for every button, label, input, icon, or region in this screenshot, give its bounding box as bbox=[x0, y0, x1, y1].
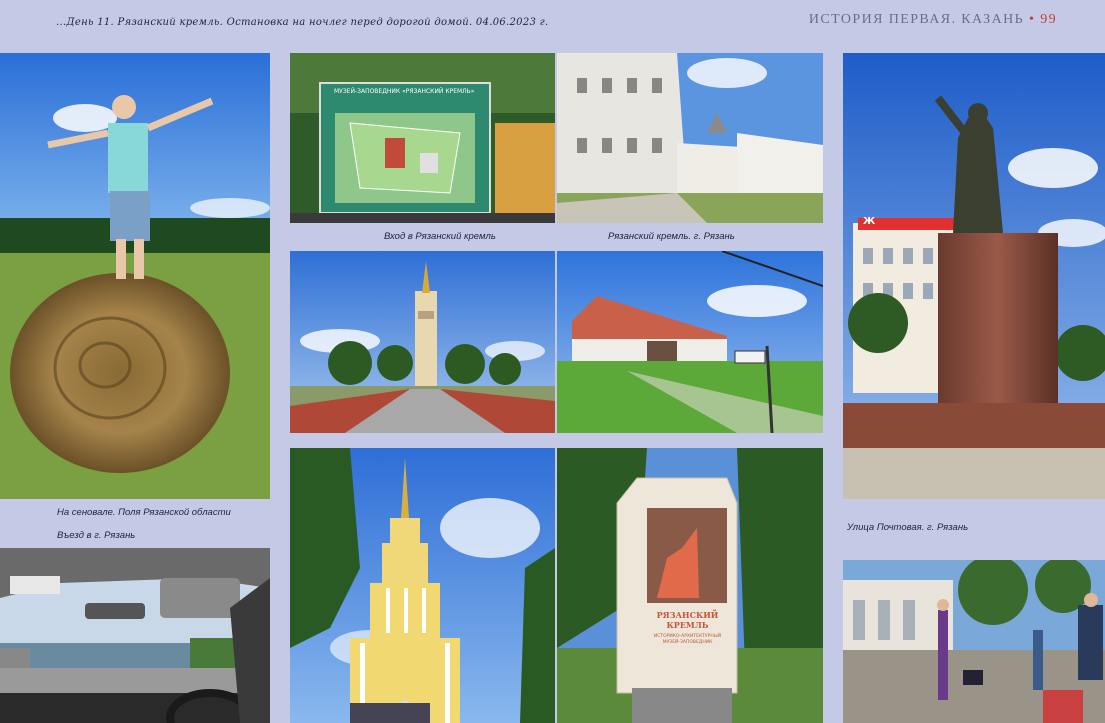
caption-entrance: Вход в Рязанский кремль bbox=[384, 231, 496, 242]
page-header: ...День 11. Рязанский кремль. Остановка … bbox=[0, 0, 1105, 50]
photo-car-entry bbox=[0, 548, 270, 723]
store-sign-text: Ж bbox=[863, 216, 876, 227]
photo-pochtovaya-street bbox=[843, 560, 1105, 723]
photo-hay-bale bbox=[0, 53, 270, 499]
header-day-note: ...День 11. Рязанский кремль. Остановка … bbox=[56, 17, 549, 28]
stela-title-line2: КРЕМЛЬ bbox=[666, 620, 709, 630]
page-number: 99 bbox=[1040, 12, 1057, 27]
header-section: ИСТОРИЯ ПЕРВАЯ. КАЗАНЬ • 99 bbox=[809, 12, 1057, 28]
stela-subtitle: ИСТОРИКО-АРХИТЕКТУРНЫЙ МУЗЕЙ-ЗАПОВЕДНИК bbox=[653, 634, 722, 645]
photo-bell-tower-road bbox=[290, 251, 555, 433]
caption-car: Въезд в г. Рязань bbox=[57, 530, 136, 541]
map-sign-text: МУЗЕЙ-ЗАПОВЕДНИК «РЯЗАНСКИЙ КРЕМЛЬ» bbox=[334, 88, 475, 95]
stela-title: РЯЗАНСКИЙ КРЕМЛЬ bbox=[650, 610, 725, 630]
section-title: ИСТОРИЯ ПЕРВАЯ. КАЗАНЬ bbox=[808, 12, 1025, 27]
caption-pochtovaya: Улица Почтовая. г. Рязань bbox=[847, 522, 969, 533]
caption-hay: На сеновале. Поля Рязанской области bbox=[57, 507, 231, 518]
photo-bell-tower-closeup bbox=[290, 448, 555, 723]
photo-kremlin-building bbox=[557, 53, 823, 223]
photo-kremlin-stela: РЯЗАНСКИЙ КРЕМЛЬ ИСТОРИКО-АРХИТЕКТУРНЫЙ … bbox=[557, 448, 823, 723]
stela-title-line1: РЯЗАНСКИЙ bbox=[656, 610, 719, 620]
separator-dot: • bbox=[1028, 12, 1036, 27]
photo-red-roof-building bbox=[557, 251, 823, 433]
caption-kremlin: Рязанский кремль. г. Рязань bbox=[608, 231, 735, 242]
photo-kremlin-map-sign: МУЗЕЙ-ЗАПОВЕДНИК «РЯЗАНСКИЙ КРЕМЛЬ» bbox=[290, 53, 555, 223]
photo-lenin-monument: Ж bbox=[843, 53, 1105, 499]
